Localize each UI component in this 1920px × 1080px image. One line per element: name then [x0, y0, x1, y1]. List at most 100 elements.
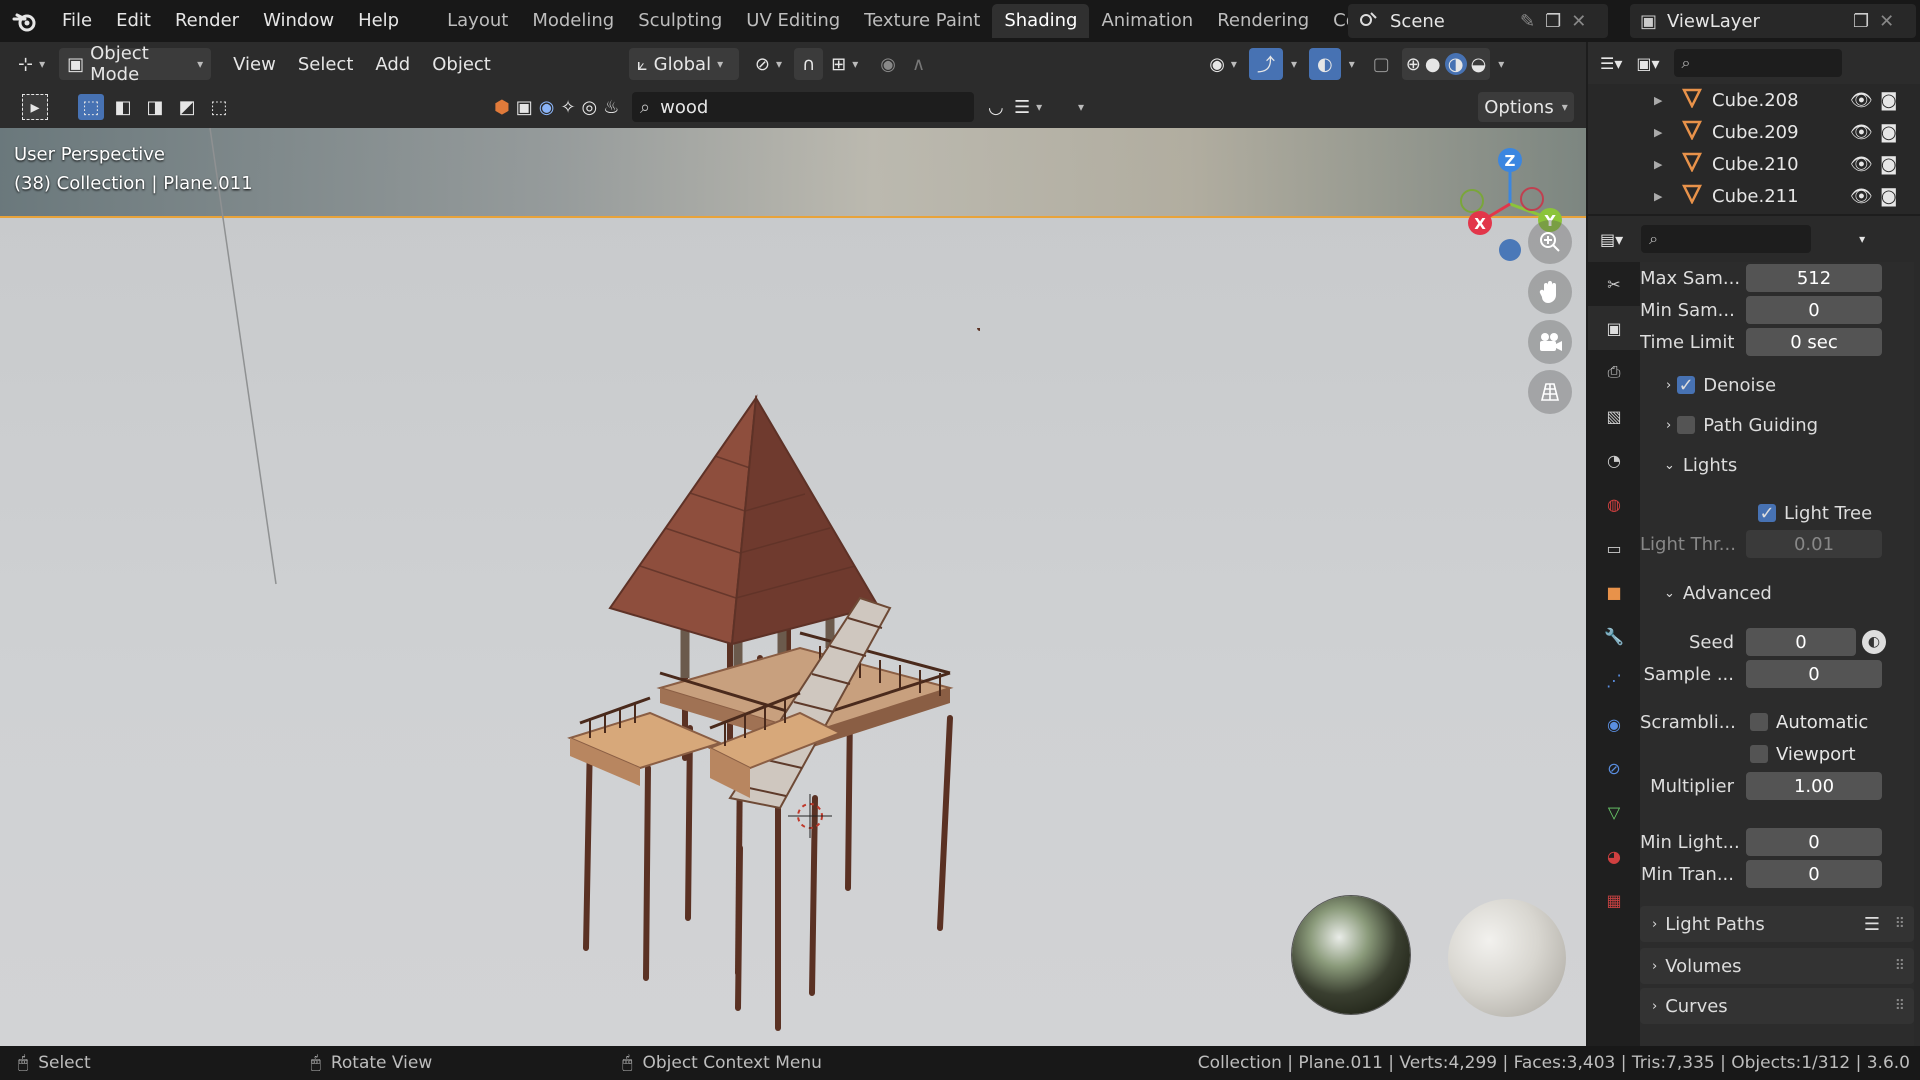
expand-arrow-icon[interactable]: ▶ — [1654, 94, 1674, 107]
multiplier-field[interactable]: 1.00 — [1746, 772, 1882, 800]
xray-toggle[interactable]: ▢ — [1365, 48, 1398, 80]
render-camera-icon[interactable]: ◙ — [1880, 90, 1897, 111]
particles-tab-icon[interactable]: ⋰ — [1588, 658, 1640, 702]
output-tab-icon[interactable]: ⎙ — [1588, 350, 1640, 394]
subtract-selection-icon[interactable]: ◨ — [142, 94, 168, 120]
eye-icon[interactable]: 👁 — [1850, 186, 1873, 207]
orthographic-grid-icon[interactable] — [1528, 370, 1572, 414]
tab-animation[interactable]: Animation — [1089, 4, 1205, 38]
menu-view[interactable]: View — [225, 48, 284, 80]
world-tab-icon[interactable]: ◍ — [1588, 482, 1640, 526]
render-camera-icon[interactable]: ◙ — [1880, 154, 1897, 175]
snap-target-button[interactable]: ⊞ ▾ — [823, 48, 866, 80]
rendered-shading-icon[interactable]: ◒ — [1471, 54, 1487, 75]
texture-tab-icon[interactable]: ▦ — [1588, 878, 1640, 922]
camera-view-icon[interactable] — [1528, 320, 1572, 364]
menu-select[interactable]: Select — [290, 48, 362, 80]
volumes-panel[interactable]: › Volumes ⠿ — [1640, 948, 1914, 984]
viewport-checkbox[interactable] — [1750, 745, 1768, 763]
snap-toggle[interactable]: ∩ — [793, 48, 824, 80]
material-tab-icon[interactable]: ◕ — [1588, 834, 1640, 878]
particles-filter-icon[interactable]: ✧ — [560, 97, 575, 118]
path-guiding-subpanel[interactable]: › Path Guiding — [1640, 408, 1914, 442]
menu-add[interactable]: Add — [367, 48, 418, 80]
difference-selection-icon[interactable]: ◩ — [174, 94, 200, 120]
outliner-row[interactable]: ▶ Cube.210 👁 ◙ — [1588, 148, 1920, 180]
tab-sculpting[interactable]: Sculpting — [626, 4, 734, 38]
expand-arrow-icon[interactable]: ▶ — [1654, 158, 1674, 171]
denoise-subpanel[interactable]: › ✓ Denoise — [1640, 368, 1914, 402]
light-paths-panel[interactable]: › Light Paths ☰ ⠿ — [1640, 906, 1914, 942]
tab-rendering[interactable]: Rendering — [1205, 4, 1321, 38]
outliner-row[interactable]: ▶ Cube.208 👁 ◙ — [1588, 84, 1920, 116]
set-new-selection-icon[interactable]: ⬚ — [78, 94, 104, 120]
zoom-icon[interactable] — [1528, 220, 1572, 264]
eye-icon[interactable]: 👁 — [1850, 122, 1873, 143]
transform-orientation-dropdown[interactable]: ⟀ Global ▾ — [628, 48, 739, 80]
menu-object[interactable]: Object — [424, 48, 499, 80]
outliner-search-input[interactable]: ⌕ — [1673, 49, 1842, 77]
color-filter-icon[interactable]: ⬢ — [494, 97, 510, 118]
denoise-checkbox[interactable]: ✓ — [1677, 375, 1696, 396]
render-camera-icon[interactable]: ◙ — [1880, 186, 1897, 207]
brush-filter-icon[interactable]: ♨ — [603, 97, 619, 118]
3d-cursor-icon[interactable] — [780, 786, 840, 846]
collection-tab-icon[interactable]: ▭ — [1588, 526, 1640, 570]
watchtower-model[interactable] — [560, 328, 980, 1046]
mesh-data-tab-icon[interactable]: ▽ — [1588, 790, 1640, 834]
solid-shading-icon[interactable]: ● — [1425, 54, 1441, 75]
menu-render[interactable]: Render — [163, 0, 251, 42]
3d-viewport[interactable]: User Perspective (38) Collection | Plane… — [0, 128, 1586, 1046]
render-tab-icon[interactable]: ▣ — [1588, 306, 1640, 350]
tab-modeling[interactable]: Modeling — [520, 4, 626, 38]
properties-editor-icon[interactable]: ▤▾ — [1600, 230, 1623, 249]
gizmo-dropdown[interactable]: ▾ — [1283, 48, 1305, 80]
gizmo-toggle[interactable]: ⤴ — [1248, 48, 1283, 80]
falloff-button[interactable]: ∧ — [904, 48, 933, 80]
max-samples-field[interactable]: 512 — [1746, 264, 1882, 292]
select-tool-icon[interactable]: ▸ — [22, 94, 48, 120]
close-scene-icon[interactable]: ✕ — [1571, 11, 1586, 32]
render-camera-icon[interactable]: ◙ — [1880, 122, 1897, 143]
min-light-bounces-field[interactable]: 0 — [1746, 828, 1882, 856]
sample-offset-field[interactable]: 0 — [1746, 660, 1882, 688]
close-view-layer-icon[interactable]: ✕ — [1879, 11, 1894, 32]
light-tree-checkbox[interactable]: ✓ — [1758, 503, 1776, 524]
tool-tab-icon[interactable]: ✂ — [1588, 262, 1640, 306]
outliner-row[interactable]: ▶ Cube.209 👁 ◙ — [1588, 116, 1920, 148]
material-preview-icon[interactable]: ◑ — [1444, 53, 1467, 75]
material-filter-icon[interactable]: ◉ — [539, 97, 555, 118]
expand-arrow-icon[interactable]: ▶ — [1654, 126, 1674, 139]
drag-handle-icon[interactable]: ⠿ — [1895, 958, 1905, 974]
drag-handle-icon[interactable]: ⠿ — [1895, 998, 1905, 1014]
mode-dropdown[interactable]: ▣ Object Mode ▾ — [59, 43, 212, 85]
min-transparent-bounces-field[interactable]: 0 — [1746, 860, 1882, 888]
tab-texture-paint[interactable]: Texture Paint — [852, 4, 992, 38]
display-mode-icon[interactable]: ▣▾ — [1636, 54, 1659, 73]
extend-selection-icon[interactable]: ◧ — [110, 94, 136, 120]
pin-icon[interactable]: ✎ — [1520, 11, 1535, 32]
seed-field[interactable]: 0 — [1746, 628, 1856, 656]
view-layer-selector[interactable]: ▣ ViewLayer ❐ ✕ — [1630, 4, 1916, 38]
shading-dropdown[interactable]: ▾ — [1490, 48, 1512, 80]
time-limit-field[interactable]: 0 sec — [1746, 328, 1882, 356]
asset-search-input[interactable]: ⌕ wood — [632, 92, 974, 122]
constraints-tab-icon[interactable]: ⊘ — [1588, 746, 1640, 790]
blender-logo-icon[interactable] — [0, 0, 50, 42]
tab-uv-editing[interactable]: UV Editing — [734, 4, 852, 38]
menu-window[interactable]: Window — [251, 0, 346, 42]
proportional-edit-toggle[interactable]: ◉ — [872, 48, 904, 80]
properties-search-input[interactable]: ⌕ — [1641, 225, 1812, 253]
chevron-down-icon[interactable]: ▾ — [1859, 232, 1865, 246]
pan-hand-icon[interactable] — [1528, 270, 1572, 314]
eye-icon[interactable]: 👁 — [1850, 154, 1873, 175]
expand-arrow-icon[interactable]: ▶ — [1654, 190, 1674, 203]
outliner-row[interactable]: ▶ Cube.211 👁 ◙ — [1588, 180, 1920, 212]
advanced-subpanel[interactable]: ⌄ Advanced — [1640, 576, 1914, 610]
intersect-selection-icon[interactable]: ⬚ — [206, 94, 232, 120]
min-samples-field[interactable]: 0 — [1746, 296, 1882, 324]
world-filter-icon[interactable]: ◎ — [582, 97, 598, 118]
lights-subpanel[interactable]: ⌄ Lights — [1640, 448, 1914, 482]
editor-type-button[interactable]: ⊹ ▾ — [10, 48, 53, 80]
menu-help[interactable]: Help — [346, 0, 411, 42]
